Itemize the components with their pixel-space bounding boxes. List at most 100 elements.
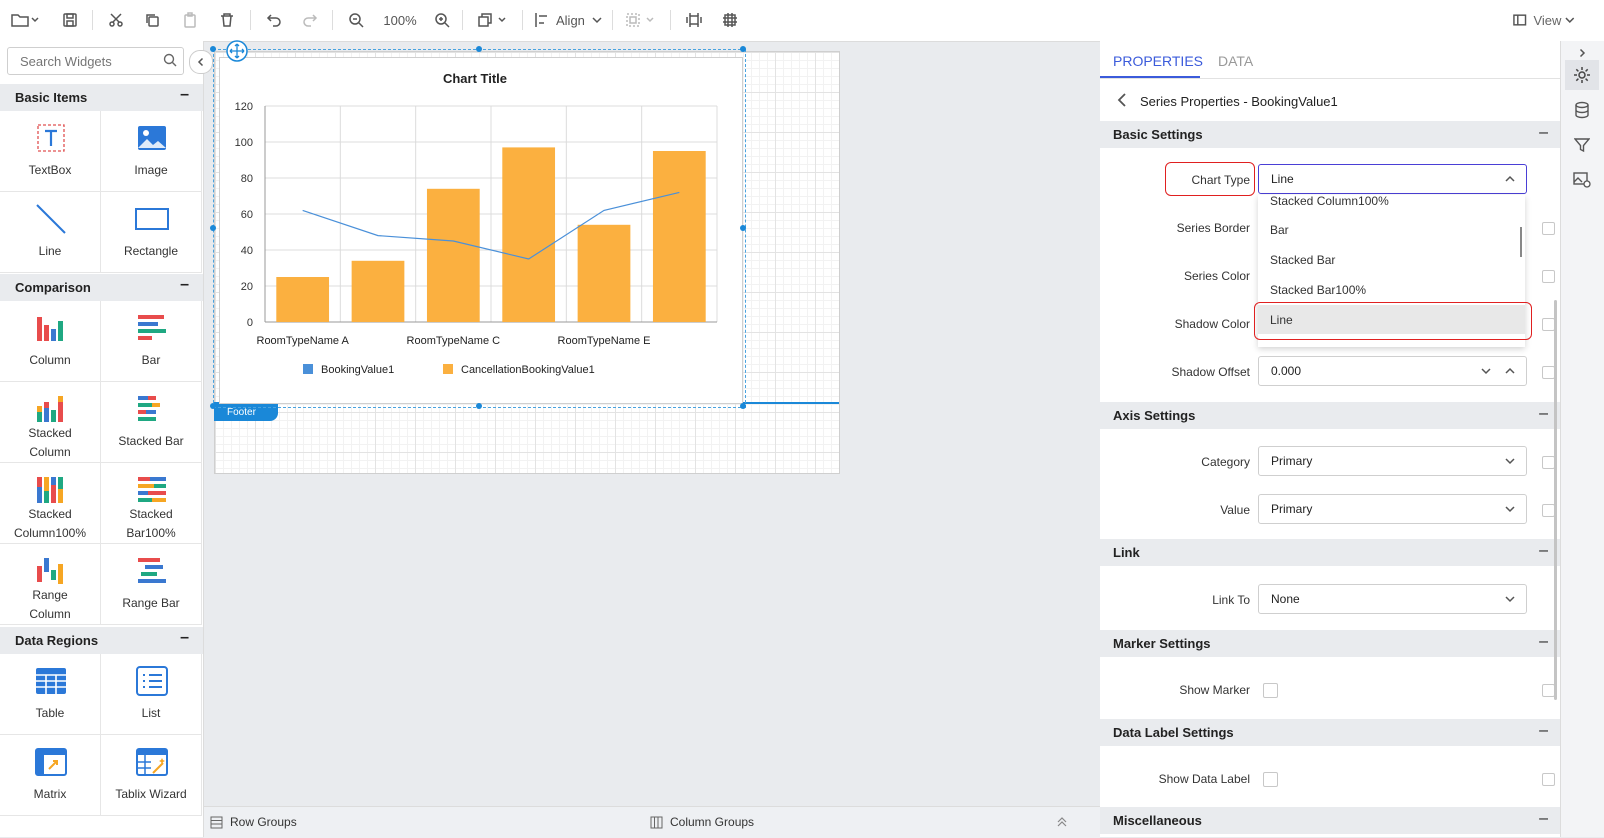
search-icon[interactable] — [163, 53, 177, 67]
widget-tablix-wizard[interactable]: Tablix Wizard — [101, 735, 202, 816]
option-bar[interactable]: Bar — [1258, 215, 1525, 244]
section-link[interactable]: Link – — [1100, 539, 1560, 566]
widget-textbox[interactable]: TextBox — [0, 111, 101, 192]
widget-column[interactable]: Column — [0, 301, 101, 382]
data-rail-button[interactable] — [1565, 95, 1599, 125]
back-arrow-icon[interactable] — [1116, 92, 1128, 108]
tab-data[interactable]: DATA — [1218, 53, 1253, 69]
category-comparison[interactable]: Comparison – — [0, 274, 203, 301]
zoom-in-button[interactable] — [432, 9, 452, 31]
collapse-icon[interactable]: – — [1539, 722, 1548, 740]
resize-handle[interactable] — [740, 46, 746, 52]
collapse-icon[interactable]: – — [180, 86, 189, 104]
widget-stacked-column100[interactable]: Stacked Column100% — [0, 463, 101, 544]
widget-matrix[interactable]: Matrix — [0, 735, 101, 816]
collapse-icon[interactable]: – — [1539, 810, 1548, 828]
delete-button[interactable] — [217, 9, 237, 31]
highlight-line-option — [1254, 302, 1532, 340]
widget-stacked-bar100[interactable]: Stacked Bar100% — [101, 463, 202, 544]
widget-stacked-bar[interactable]: Stacked Bar — [101, 382, 202, 463]
widget-line[interactable]: Line — [0, 192, 101, 273]
resize-handle[interactable] — [740, 403, 746, 409]
shadow-offset-stepper[interactable]: 0.000 — [1258, 356, 1527, 386]
option-label: Stacked Bar — [1270, 253, 1336, 267]
resize-handle[interactable] — [210, 225, 216, 231]
option-stacked-column100[interactable]: Stacked Column100% — [1258, 195, 1525, 215]
search-widgets-box[interactable] — [7, 47, 184, 75]
category-label: Category — [1201, 455, 1250, 469]
filter-rail-button[interactable] — [1565, 130, 1599, 160]
collapse-icon[interactable]: – — [1539, 405, 1548, 423]
collapse-panel-button[interactable] — [189, 50, 213, 74]
align-dropdown[interactable]: Align — [534, 9, 604, 31]
fit-page-button[interactable] — [720, 9, 740, 31]
properties-scrollbar[interactable] — [1554, 300, 1557, 700]
resize-handle[interactable] — [210, 403, 216, 409]
category-axis-dropdown[interactable]: Primary — [1258, 446, 1527, 476]
undo-button[interactable] — [264, 9, 284, 31]
value-axis-dropdown[interactable]: Primary — [1258, 494, 1527, 524]
widget-bar[interactable]: Bar — [101, 301, 202, 382]
zoom-out-button[interactable] — [346, 9, 366, 31]
widget-label: Stacked — [28, 426, 72, 440]
row-groups-button[interactable]: Row Groups — [210, 815, 297, 829]
zoom-level[interactable]: 100% — [378, 9, 422, 31]
group-dropdown[interactable] — [624, 9, 660, 31]
widget-image[interactable]: Image — [101, 111, 202, 192]
copy-button[interactable] — [142, 9, 162, 31]
redo-button[interactable] — [300, 9, 320, 31]
series-border-checkbox[interactable] — [1542, 222, 1555, 235]
resize-handle[interactable] — [740, 225, 746, 231]
fit-width-button[interactable] — [684, 9, 704, 31]
option-stacked-bar[interactable]: Stacked Bar — [1258, 245, 1525, 274]
section-miscellaneous[interactable]: Miscellaneous – — [1100, 807, 1560, 834]
collapse-icon[interactable]: – — [1539, 542, 1548, 560]
widget-range-column[interactable]: Range Column — [0, 544, 101, 625]
show-marker-checkbox[interactable] — [1263, 683, 1278, 698]
category-data-regions[interactable]: Data Regions – — [0, 627, 203, 654]
open-folder-button[interactable] — [8, 9, 42, 31]
cut-button[interactable] — [106, 9, 126, 31]
collapse-icon[interactable]: – — [180, 276, 189, 294]
chart-type-dropdown[interactable]: Line — [1258, 164, 1527, 194]
option-stacked-bar100[interactable]: Stacked Bar100% — [1258, 275, 1525, 304]
properties-rail-button[interactable] — [1565, 60, 1599, 90]
section-basic-settings[interactable]: Basic Settings – — [1100, 121, 1560, 148]
section-axis-settings[interactable]: Axis Settings – — [1100, 402, 1560, 429]
show-data-label-checkbox[interactable] — [1263, 772, 1278, 787]
double-chevron-up-icon[interactable] — [1056, 816, 1068, 828]
arrange-dropdown[interactable] — [476, 9, 512, 31]
category-basic-items[interactable]: Basic Items – — [0, 84, 203, 111]
dropdown-scrollbar[interactable] — [1520, 227, 1522, 257]
series-color-checkbox[interactable] — [1542, 270, 1555, 283]
show-data-label-reset-checkbox[interactable] — [1542, 773, 1555, 786]
resize-handle[interactable] — [476, 403, 482, 409]
collapse-icon[interactable]: – — [1539, 633, 1548, 651]
column-groups-button[interactable]: Column Groups — [650, 815, 754, 829]
right-icon-rail — [1560, 41, 1604, 837]
widget-table[interactable]: Table — [0, 654, 101, 735]
widget-list[interactable]: List — [101, 654, 202, 735]
collapse-icon[interactable]: – — [1539, 124, 1548, 142]
chevron-down-icon[interactable] — [1480, 365, 1492, 377]
link-to-label: Link To — [1212, 593, 1250, 607]
resize-handle[interactable] — [210, 46, 216, 52]
move-icon[interactable] — [226, 40, 248, 62]
collapse-icon[interactable]: – — [180, 629, 189, 647]
search-input[interactable] — [18, 53, 162, 70]
paste-button[interactable] — [180, 9, 200, 31]
zoom-in-icon — [435, 13, 450, 28]
section-data-label-settings[interactable]: Data Label Settings – — [1100, 719, 1560, 746]
chevron-up-icon[interactable] — [1504, 365, 1516, 377]
widget-rectangle[interactable]: Rectangle — [101, 192, 202, 273]
section-marker-settings[interactable]: Marker Settings – — [1100, 630, 1560, 657]
resize-handle[interactable] — [476, 46, 482, 52]
widget-stacked-column[interactable]: Stacked Column — [0, 382, 101, 463]
rectangle-icon — [135, 208, 169, 230]
image-manager-rail-button[interactable] — [1565, 165, 1599, 195]
save-button[interactable] — [60, 9, 80, 31]
link-to-dropdown[interactable]: None — [1258, 584, 1527, 614]
tab-properties[interactable]: PROPERTIES — [1113, 53, 1203, 69]
view-dropdown[interactable]: View — [1512, 9, 1576, 31]
widget-range-bar[interactable]: Range Bar — [101, 544, 202, 625]
